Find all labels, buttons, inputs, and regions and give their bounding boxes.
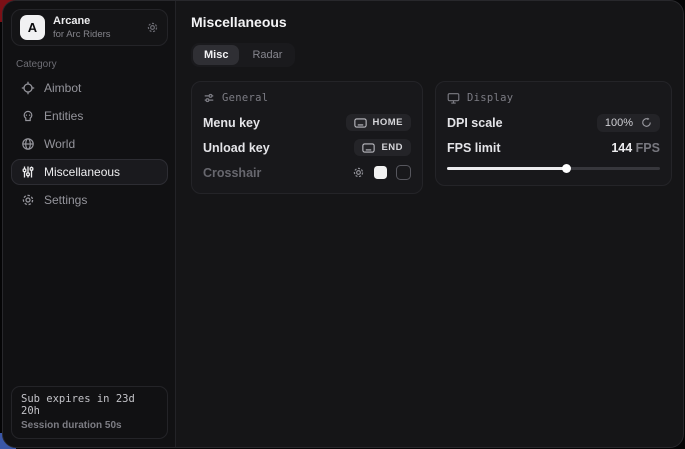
app-logo: A xyxy=(20,15,45,40)
fps-limit-slider[interactable] xyxy=(447,164,660,173)
page-title: Miscellaneous xyxy=(191,14,672,30)
sidebar: A Arcane for Arc Riders Category xyxy=(3,1,176,447)
subscription-card: Sub expires in 23d 20h Session duration … xyxy=(11,386,168,439)
sidebar-item-world[interactable]: World xyxy=(11,131,168,157)
app-titles: Arcane for Arc Riders xyxy=(53,15,111,41)
entities-icon xyxy=(21,109,35,123)
fps-unit: FPS xyxy=(632,141,660,155)
sliders-icon xyxy=(21,165,35,179)
fps-limit-value: 144 FPS xyxy=(611,141,660,155)
sidebar-item-label: Miscellaneous xyxy=(44,165,120,179)
sidebar-item-label: Entities xyxy=(44,109,83,123)
dpi-scale-value: 100% xyxy=(605,117,633,129)
monitor-icon xyxy=(447,92,460,105)
crosshair-icon xyxy=(21,81,35,95)
sidebar-item-aimbot[interactable]: Aimbot xyxy=(11,75,168,101)
sidebar-item-entities[interactable]: Entities xyxy=(11,103,168,129)
mini-sliders-icon xyxy=(203,92,215,104)
dpi-scale-select[interactable]: 100% xyxy=(597,114,660,132)
fps-limit-label: FPS limit xyxy=(447,141,500,155)
display-panel: Display DPI scale 100% FPS xyxy=(435,81,672,186)
gear-icon[interactable] xyxy=(146,21,159,34)
keyboard-icon xyxy=(354,118,367,128)
menu-key-label: Menu key xyxy=(203,116,260,130)
sub-expiry-text: Sub expires in 23d 20h xyxy=(21,393,158,417)
menu-keybind-button[interactable]: HOME xyxy=(346,114,412,131)
dpi-scale-row: DPI scale 100% xyxy=(447,114,660,131)
display-panel-header: Display xyxy=(447,90,660,106)
general-panel: General Menu key HOME Unlo xyxy=(191,81,423,194)
crosshair-settings-gear-icon[interactable] xyxy=(352,166,365,179)
crosshair-row: Crosshair xyxy=(203,164,411,181)
fps-limit-row: FPS limit 144 FPS xyxy=(447,139,660,156)
screen: A Arcane for Arc Riders Category xyxy=(0,0,685,449)
cycle-icon xyxy=(641,117,652,128)
unload-keybind-value: END xyxy=(381,142,403,153)
tab-misc[interactable]: Misc xyxy=(193,45,239,65)
unload-keybind-button[interactable]: END xyxy=(354,139,411,156)
main-content: Miscellaneous Misc Radar xyxy=(176,1,684,447)
menu-key-row: Menu key HOME xyxy=(203,114,411,131)
unload-key-label: Unload key xyxy=(203,141,270,155)
tab-group: Misc Radar xyxy=(191,43,295,67)
display-panel-title: Display xyxy=(467,92,513,104)
gear-icon xyxy=(21,193,35,207)
globe-icon xyxy=(21,137,35,151)
general-panel-header: General xyxy=(203,90,411,106)
app-header-card: A Arcane for Arc Riders xyxy=(11,9,168,46)
sidebar-item-label: Aimbot xyxy=(44,81,81,95)
fps-number: 144 xyxy=(611,141,632,155)
fps-slider-thumb[interactable] xyxy=(562,164,571,173)
tab-radar[interactable]: Radar xyxy=(241,45,293,65)
crosshair-label: Crosshair xyxy=(203,166,261,180)
dpi-scale-label: DPI scale xyxy=(447,116,503,130)
sidebar-item-label: Settings xyxy=(44,193,87,207)
sidebar-item-settings[interactable]: Settings xyxy=(11,187,168,213)
crosshair-color-swatch[interactable] xyxy=(374,166,387,179)
general-panel-title: General xyxy=(222,92,268,104)
sidebar-item-miscellaneous[interactable]: Miscellaneous xyxy=(11,159,168,185)
app-window: A Arcane for Arc Riders Category xyxy=(2,0,684,448)
panels: General Menu key HOME Unlo xyxy=(191,81,672,194)
category-label: Category xyxy=(16,59,163,70)
app-subtitle: for Arc Riders xyxy=(53,29,111,40)
fps-slider-fill xyxy=(447,167,566,170)
unload-key-row: Unload key END xyxy=(203,139,411,156)
menu-keybind-value: HOME xyxy=(373,117,404,128)
keyboard-icon xyxy=(362,143,375,153)
session-duration-text: Session duration 50s xyxy=(21,420,158,431)
sidebar-item-label: World xyxy=(44,137,75,151)
app-name: Arcane xyxy=(53,15,111,28)
crosshair-controls xyxy=(352,165,411,180)
crosshair-checkbox[interactable] xyxy=(396,165,411,180)
